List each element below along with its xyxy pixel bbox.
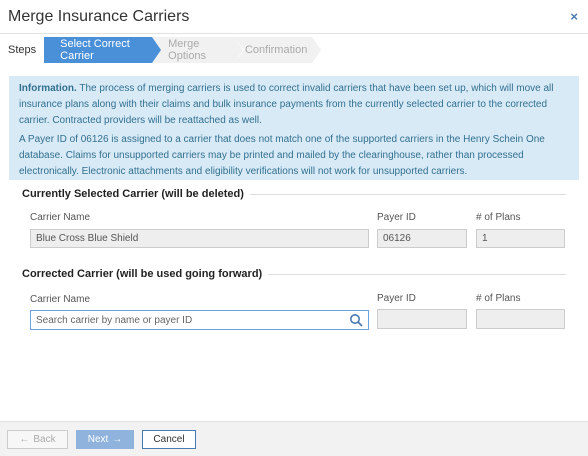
dialog-footer: ← Back Next → Cancel — [0, 421, 588, 456]
info-paragraph-1: Information. The process of merging carr… — [19, 81, 569, 129]
arrow-right-icon: → — [112, 434, 123, 445]
current-payer-id-label: Payer ID — [377, 212, 416, 223]
dialog-titlebar: Merge Insurance Carriers × — [0, 0, 588, 34]
wizard-steps: Steps Select Correct Carrier Merge Optio… — [0, 37, 588, 63]
current-payer-id-field: 06126 — [377, 229, 467, 248]
carrier-search-input[interactable] — [31, 314, 349, 326]
section-divider — [249, 193, 566, 195]
back-button-label: Back — [33, 434, 56, 445]
corrected-plans-label: # of Plans — [476, 293, 521, 304]
current-plans-label: # of Plans — [476, 212, 521, 223]
arrow-left-icon: ← — [19, 434, 30, 445]
cancel-button[interactable]: Cancel — [142, 430, 196, 449]
info-paragraph-2: A Payer ID of 06126 is assigned to a car… — [19, 134, 545, 177]
corrected-payer-id-field — [377, 309, 467, 329]
back-button[interactable]: ← Back — [7, 430, 68, 449]
step-confirmation[interactable]: Confirmation — [234, 37, 323, 63]
corrected-plans-field — [476, 309, 565, 329]
section-divider — [268, 273, 566, 275]
current-plans-field: 1 — [476, 229, 565, 248]
corrected-carrier-section-title: Corrected Carrier (will be used going fo… — [22, 268, 566, 280]
next-button-label: Next — [87, 434, 109, 445]
corrected-payer-id-label: Payer ID — [377, 293, 416, 304]
current-carrier-name-field: Blue Cross Blue Shield — [30, 229, 369, 248]
corrected-carrier-name-label: Carrier Name — [30, 294, 91, 305]
next-button[interactable]: Next → — [76, 430, 134, 449]
step-select-correct-carrier[interactable]: Select Correct Carrier — [44, 37, 162, 63]
info-text-1: The process of merging carriers is used … — [19, 83, 554, 126]
corrected-carrier-title: Corrected Carrier (will be used going fo… — [22, 268, 263, 280]
carrier-search-box[interactable] — [30, 310, 369, 330]
information-panel: Information. The process of merging carr… — [9, 76, 579, 180]
current-carrier-section-title: Currently Selected Carrier (will be dele… — [22, 188, 566, 200]
close-icon[interactable]: × — [570, 9, 578, 24]
current-carrier-name-label: Carrier Name — [30, 212, 91, 223]
search-icon[interactable] — [349, 313, 363, 327]
info-lead: Information. — [19, 83, 77, 94]
step-merge-options[interactable]: Merge Options — [152, 37, 245, 63]
steps-label: Steps — [8, 44, 37, 56]
dialog-title: Merge Insurance Carriers — [8, 7, 190, 25]
current-carrier-title: Currently Selected Carrier (will be dele… — [22, 188, 244, 200]
